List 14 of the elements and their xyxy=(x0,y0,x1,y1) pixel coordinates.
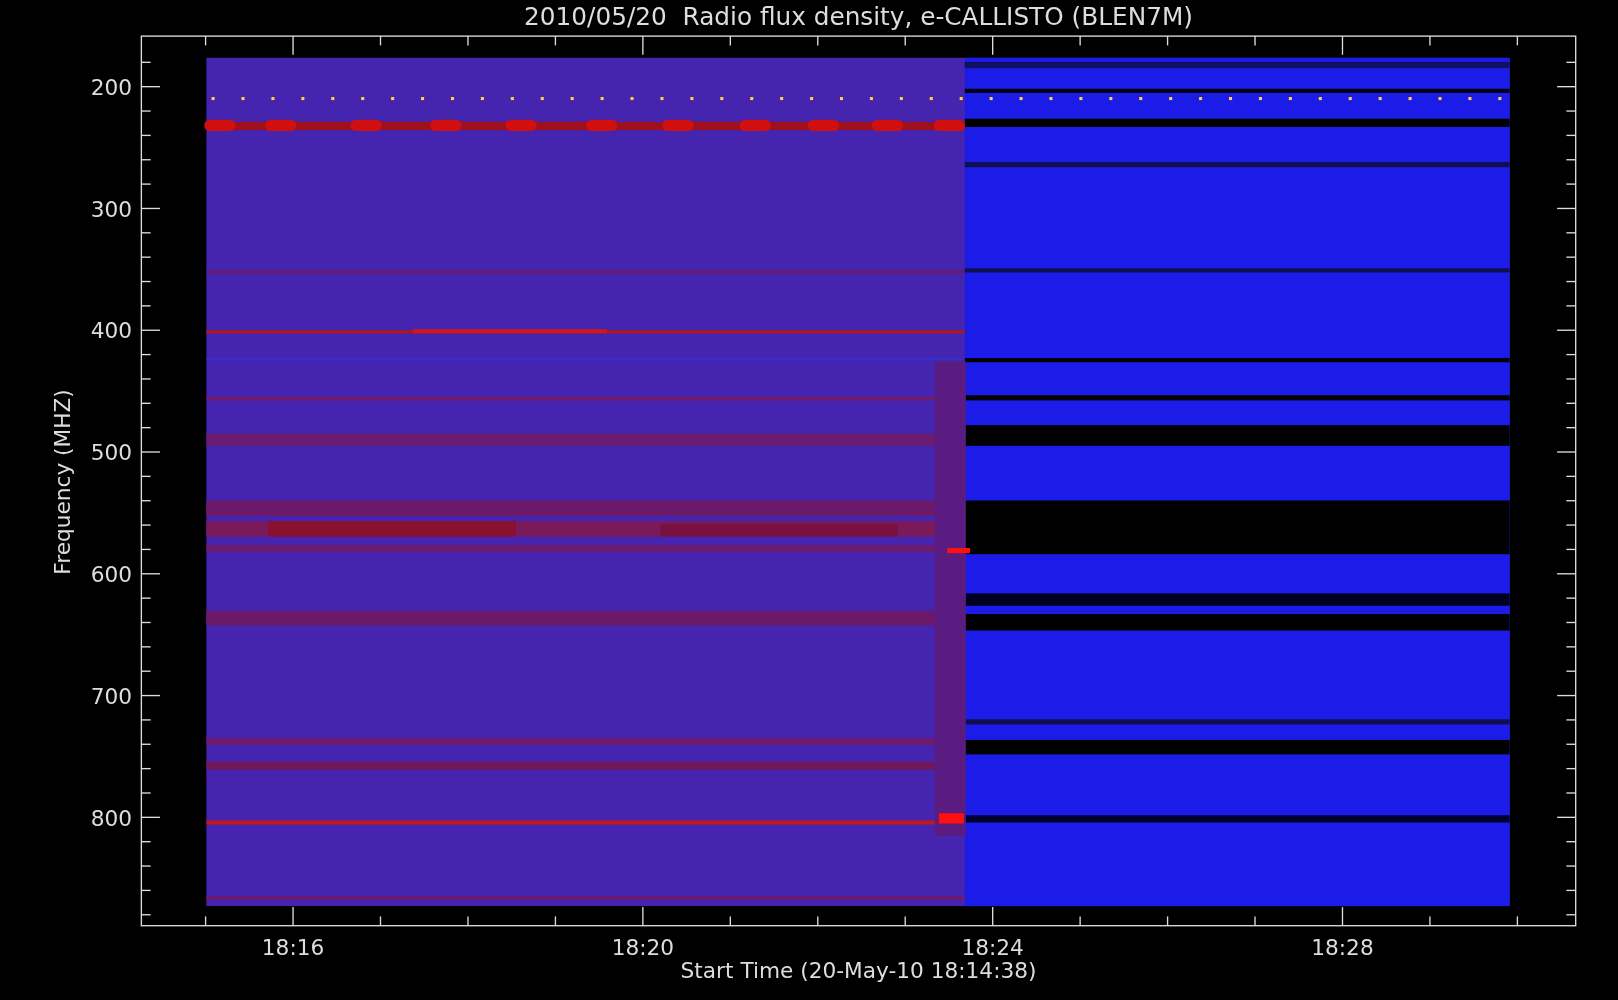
y-tick-label: 800 xyxy=(90,805,133,831)
x-tick-label: 18:24 xyxy=(961,934,1024,960)
x-tick-label: 18:20 xyxy=(611,934,675,960)
x-tick-label: 18:28 xyxy=(1311,934,1374,960)
y-tick-label: 700 xyxy=(90,683,133,709)
y-tick-label: 500 xyxy=(90,440,133,466)
x-tick-label: 18:16 xyxy=(261,934,325,960)
chart-title: 2010/05/20 Radio flux density, e-CALLISTO (BLEN7M) xyxy=(524,1,1193,31)
y-tick-label: 300 xyxy=(90,196,133,222)
y-tick-label: 200 xyxy=(90,74,133,100)
y-tick-label: 400 xyxy=(90,318,133,344)
x-axis-title: Start Time (20-May-10 18:14:38) xyxy=(680,958,1037,984)
y-tick-label: 600 xyxy=(90,562,133,588)
y-axis-title: Frequency (MHZ) xyxy=(50,389,76,575)
